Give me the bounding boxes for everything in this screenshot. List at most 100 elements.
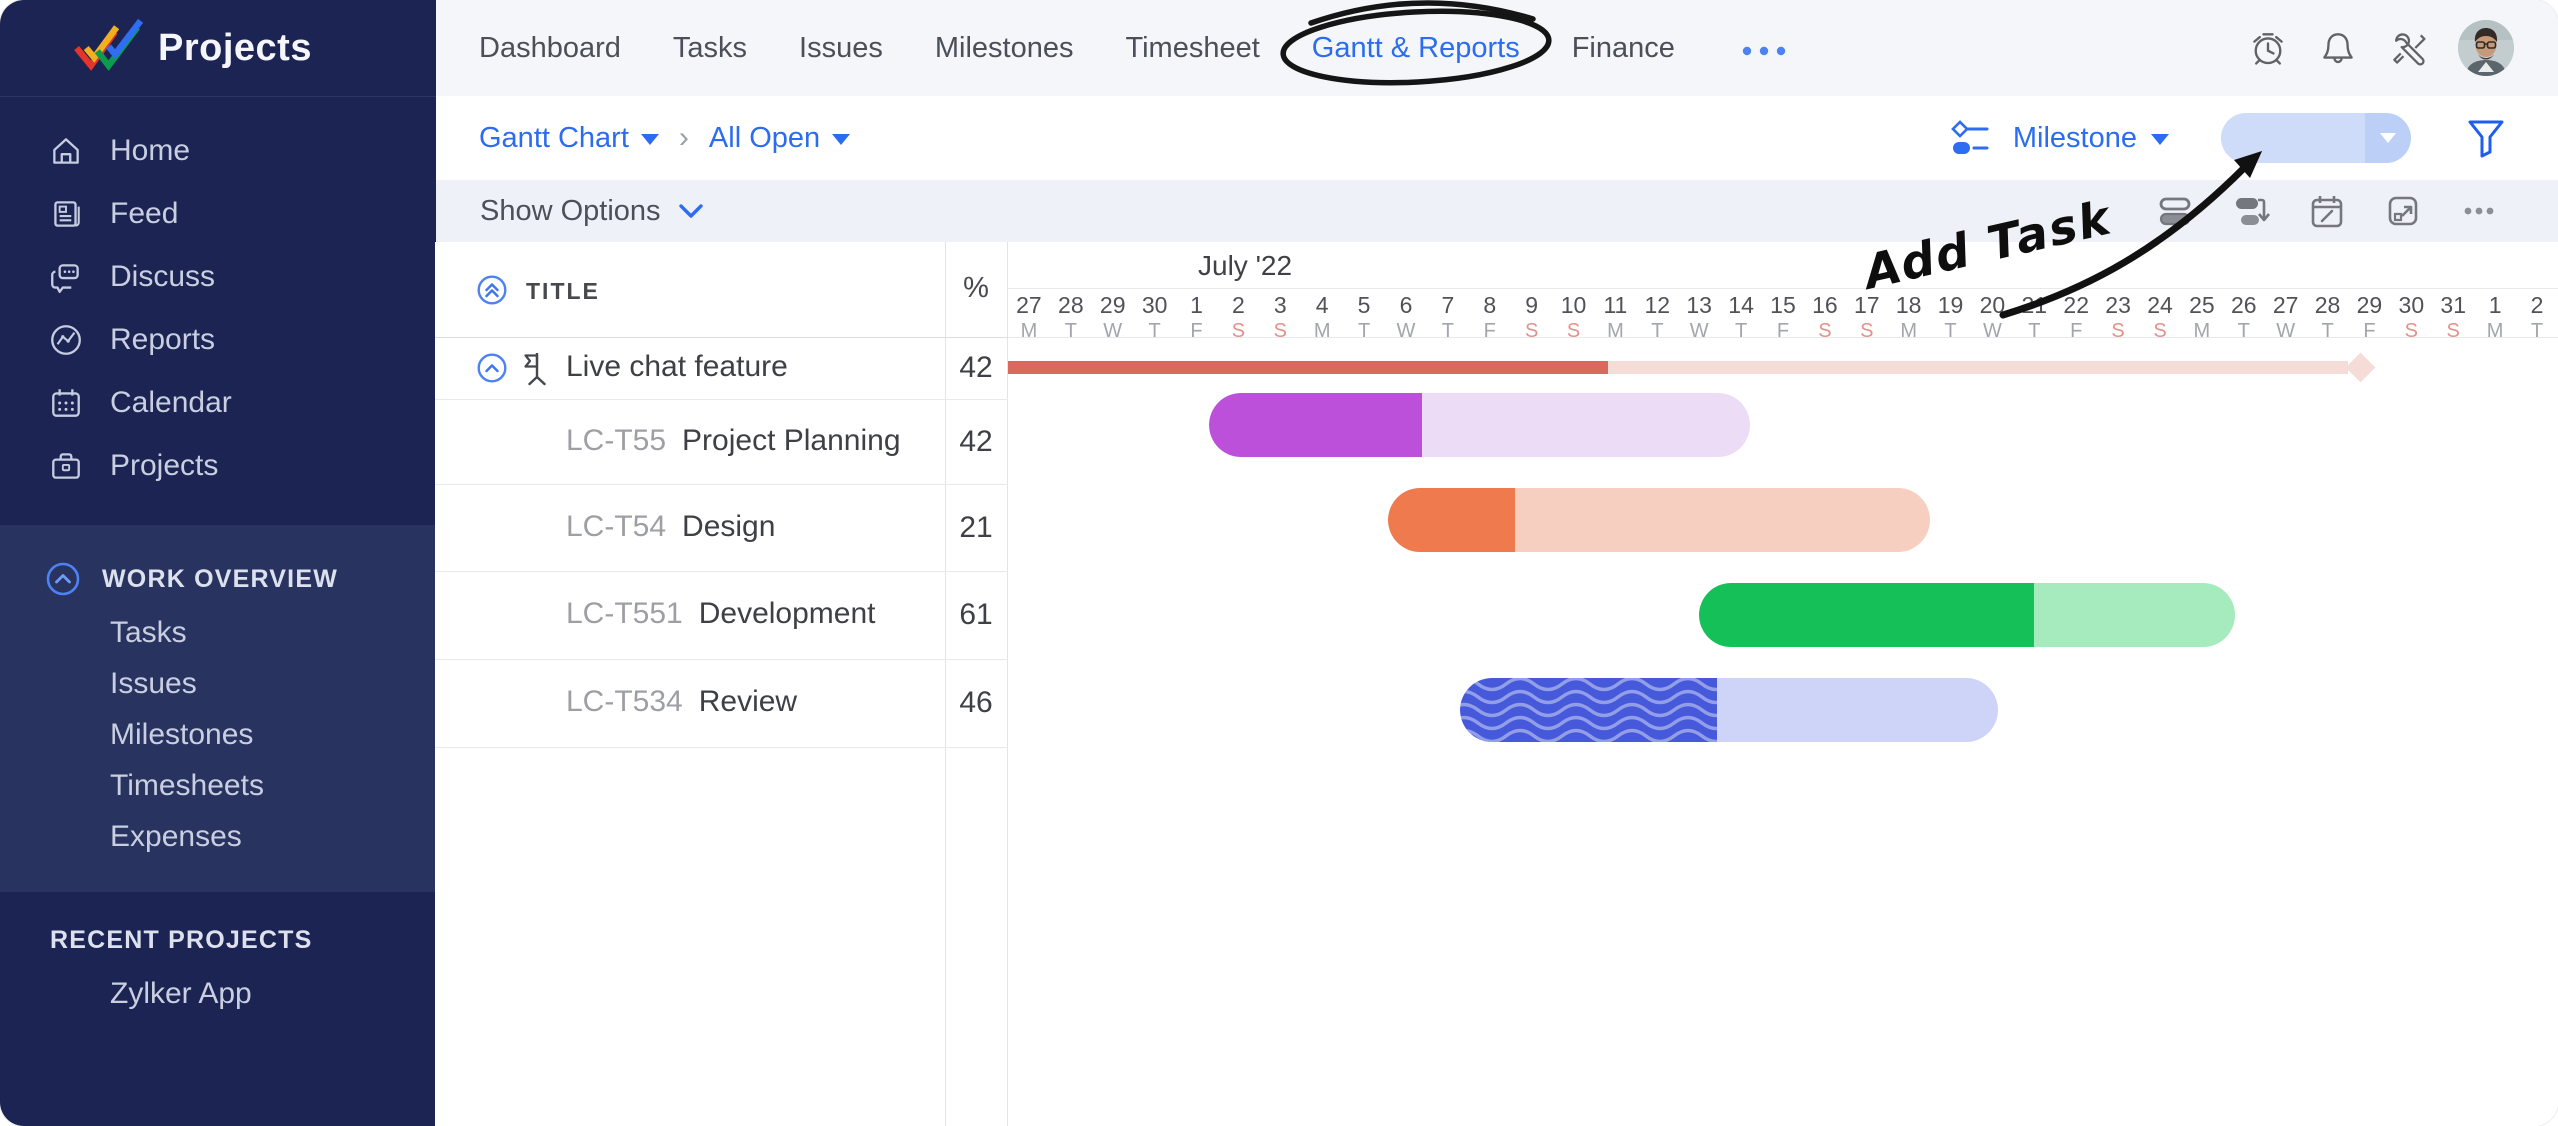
sidebar-item-label: Calendar [110, 386, 232, 420]
discuss-icon [48, 259, 84, 295]
filter-funnel-icon[interactable] [2466, 116, 2506, 160]
tab-dashboard[interactable]: Dashboard [479, 32, 621, 65]
zoho-projects-app: Projects Home Feed Discuss Reports Calendar P… [0, 0, 2558, 1126]
gantt-bar-progress [1388, 488, 1515, 552]
chevron-down-icon [2380, 133, 2396, 143]
chevron-down-icon [641, 134, 659, 145]
gantt-bar-review[interactable] [1460, 678, 1998, 742]
sidebar-item-milestones[interactable]: Milestones [0, 709, 436, 760]
sidebar-main-nav: Home Feed Discuss Reports Calendar Projects [0, 97, 436, 497]
task-name: LC-T534Review [566, 685, 797, 719]
view-selector[interactable]: Gantt Chart [479, 122, 659, 155]
tab-milestones[interactable]: Milestones [935, 32, 1074, 65]
sidebar-item-projects[interactable]: Projects [0, 434, 436, 497]
collapse-all-icon[interactable] [477, 275, 507, 305]
percent-complete: 61 [945, 598, 1007, 632]
breadcrumb-separator: › [679, 121, 689, 155]
recent-projects-items: Zylker App [0, 968, 436, 1019]
tab-timesheet[interactable]: Timesheet [1125, 32, 1259, 65]
sidebar-item-label: Reports [110, 323, 215, 357]
recent-project-zylker-app[interactable]: Zylker App [0, 968, 436, 1019]
collapse-section-icon[interactable] [46, 562, 80, 596]
divider [435, 571, 1008, 572]
view-settings-icon[interactable] [1949, 117, 1991, 159]
projects-logo-icon [70, 16, 144, 80]
percent-complete: 21 [945, 511, 1007, 545]
add-task-button[interactable] [2221, 113, 2365, 163]
reports-icon [48, 322, 84, 358]
group-by-selector[interactable]: Milestone [2013, 122, 2169, 155]
sidebar-section-recent-projects: RECENT PROJECTS Zylker App [0, 912, 436, 1045]
task-row-design[interactable]: LC-T54Design21 [435, 484, 1008, 571]
sidebar-item-discuss[interactable]: Discuss [0, 245, 436, 308]
title-column-header: TITLE [526, 278, 600, 305]
row-height-icon[interactable] [2156, 192, 2194, 230]
tools-icon[interactable] [2388, 28, 2428, 68]
sidebar-item-expenses[interactable]: Expenses [0, 811, 436, 862]
tab-gantt-reports[interactable]: Gantt & Reports [1312, 32, 1520, 65]
work-overview-header[interactable]: WORK OVERVIEW [0, 551, 436, 607]
sidebar-item-label: Projects [110, 449, 218, 483]
app-title: Projects [158, 27, 312, 70]
filter-selector[interactable]: All Open [709, 122, 850, 155]
divider [1008, 288, 2558, 289]
home-icon [48, 133, 84, 169]
sidebar-item-reports[interactable]: Reports [0, 308, 436, 371]
month-label: July '22 [1198, 250, 1292, 282]
fullscreen-icon[interactable] [2384, 192, 2422, 230]
sidebar-item-timesheets[interactable]: Timesheets [0, 760, 436, 811]
percent-complete: 42 [945, 351, 1007, 385]
tab-tasks[interactable]: Tasks [673, 32, 747, 65]
collapse-row-icon[interactable] [477, 353, 507, 383]
sidebar-item-feed[interactable]: Feed [0, 182, 436, 245]
scroll-to-task-icon[interactable] [2232, 192, 2270, 230]
task-row-development[interactable]: LC-T551Development 61 [435, 571, 1008, 659]
task-id: LC-T55 [566, 424, 666, 457]
timeline-date-icon[interactable] [2308, 192, 2346, 230]
feed-icon [48, 196, 84, 232]
calendar-icon [48, 385, 84, 421]
milestone-row-live-chat-feature[interactable]: Live chat feature 42 [435, 337, 1008, 399]
logo-row: Projects [0, 0, 436, 97]
options-bar: Show Options [436, 180, 2558, 243]
notifications-bell-icon[interactable] [2318, 28, 2358, 68]
task-id: LC-T551 [566, 597, 683, 630]
task-row-review[interactable]: LC-T534Review 46 [435, 659, 1008, 747]
breadcrumb-row: Gantt Chart › All Open Milestone [436, 96, 2558, 180]
add-task-dropdown[interactable] [2365, 113, 2411, 163]
gantt-bar-project-planning[interactable] [1209, 393, 1750, 457]
gantt-summary-bar-live-chat-feature[interactable] [1008, 361, 2388, 374]
group-by-label: Milestone [2013, 122, 2137, 155]
task-name: LC-T551Development [566, 597, 875, 631]
gantt-bar-development[interactable] [1699, 583, 2235, 647]
divider [435, 659, 1008, 660]
sidebar-item-home[interactable]: Home [0, 119, 436, 182]
percent-complete: 46 [945, 686, 1007, 720]
sidebar-item-tasks[interactable]: Tasks [0, 607, 436, 658]
section-title: RECENT PROJECTS [50, 926, 312, 955]
percent-column-header: % [945, 272, 1007, 305]
divider [435, 747, 1008, 748]
add-task-split-button[interactable] [2221, 113, 2411, 163]
global-icons [2248, 0, 2514, 96]
sidebar-item-label: Home [110, 134, 190, 168]
timer-icon[interactable] [2248, 28, 2288, 68]
sidebar-item-label: Discuss [110, 260, 215, 294]
more-icon[interactable] [2460, 192, 2498, 230]
task-name: LC-T55Project Planning [566, 424, 901, 458]
tab-finance[interactable]: Finance [1572, 32, 1675, 65]
show-options-toggle[interactable]: Show Options [480, 180, 705, 242]
main-area: Dashboard Tasks Issues Milestones Timesheet G… [436, 0, 2558, 1126]
chevron-down-icon [832, 134, 850, 145]
sidebar-item-issues[interactable]: Issues [0, 658, 436, 709]
more-tabs-icon[interactable] [1741, 32, 1787, 65]
milestone-name: Live chat feature [566, 350, 788, 384]
user-avatar[interactable] [2458, 20, 2514, 76]
sidebar-item-calendar[interactable]: Calendar [0, 371, 436, 434]
briefcase-icon [48, 448, 84, 484]
gantt-bar-progress [1699, 583, 2034, 647]
tab-issues[interactable]: Issues [799, 32, 883, 65]
gantt-bar-design[interactable] [1388, 488, 1930, 552]
chevron-down-icon [2151, 134, 2169, 145]
task-row-project-planning[interactable]: LC-T55Project Planning42 [435, 399, 1008, 484]
